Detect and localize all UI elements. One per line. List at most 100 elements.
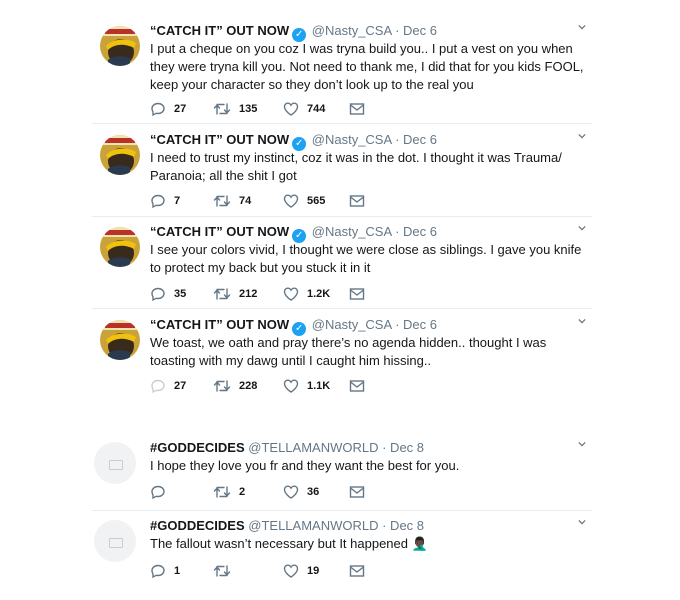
tweet-text: The fallout wasn’t necessary but It happ… [150,536,428,551]
envelope-icon [349,286,365,302]
tweet-date[interactable]: · Dec 6 [395,224,437,239]
avatar[interactable] [100,26,140,66]
like-count: 565 [307,195,326,207]
retweet-icon [213,286,231,302]
direct-message-button[interactable] [349,563,373,579]
retweet-button[interactable]: 212 [213,286,257,302]
retweet-count: 2 [239,486,246,498]
chevron-down-icon[interactable] [578,132,586,140]
reply-count: 35 [174,288,187,300]
retweet-icon [213,193,231,209]
author-handle[interactable]: @TELLAMANWORLD [248,440,378,455]
author-handle[interactable]: @TELLAMANWORLD [248,518,378,533]
image-placeholder-icon [109,538,123,548]
like-count: 19 [307,565,320,577]
heart-icon [283,286,299,302]
tweet[interactable]: #GODDECIDES @TELLAMANWORLD · Dec 8 I hop… [92,440,592,506]
tweet-date[interactable]: · Dec 6 [395,132,437,147]
chevron-down-icon[interactable] [578,23,586,31]
avatar[interactable] [100,227,140,267]
divider [92,308,592,309]
tweet[interactable]: “CATCH IT” OUT NOW ✓ @Nasty_CSA · Dec 6 W… [92,317,592,397]
tweet[interactable]: #GODDECIDES @TELLAMANWORLD · Dec 8 The f… [92,518,592,584]
author-name[interactable]: “CATCH IT” OUT NOW [150,224,289,239]
avatar[interactable] [100,320,140,360]
retweet-count: 228 [239,380,258,392]
divider [92,123,592,124]
author-name[interactable]: “CATCH IT” OUT NOW [150,317,289,332]
reply-icon [150,484,166,500]
retweet-count: 212 [239,288,258,300]
retweet-count: 74 [239,195,252,207]
avatar[interactable] [94,442,136,484]
reply-button[interactable]: 1 [150,563,180,579]
like-button[interactable]: 1.1K [283,378,330,394]
avatar[interactable] [94,520,136,562]
chevron-down-icon[interactable] [578,518,586,526]
like-button[interactable]: 36 [283,484,319,500]
retweet-button[interactable]: 135 [213,101,257,117]
retweet-button[interactable]: 228 [213,378,257,394]
heart-icon [283,563,299,579]
retweet-icon [213,563,231,579]
like-button[interactable]: 565 [283,193,325,209]
like-count: 744 [307,103,326,115]
like-button[interactable]: 1.2K [283,286,330,302]
retweet-icon [213,484,231,500]
tweet[interactable]: “CATCH IT” OUT NOW ✓ @Nasty_CSA · Dec 6 I… [92,224,592,304]
envelope-icon [349,563,365,579]
divider [92,510,592,511]
chevron-down-icon[interactable] [578,317,586,325]
author-name[interactable]: “CATCH IT” OUT NOW [150,23,289,38]
heart-icon [283,101,299,117]
direct-message-button[interactable] [349,484,373,500]
tweet[interactable]: “CATCH IT” OUT NOW ✓ @Nasty_CSA · Dec 6 I… [92,132,592,212]
reply-button[interactable]: 27 [150,101,186,117]
reply-button[interactable] [150,484,174,500]
direct-message-button[interactable] [349,101,373,117]
tweet-text: I put a cheque on you coz I was tryna bu… [150,41,584,92]
reply-count: 1 [174,565,181,577]
divider [92,216,592,217]
tweet-date[interactable]: · Dec 6 [395,317,437,332]
author-name[interactable]: #GODDECIDES [150,440,245,455]
author-handle[interactable]: @Nasty_CSA [312,317,392,332]
direct-message-button[interactable] [349,286,373,302]
retweet-button[interactable]: 2 [213,484,245,500]
direct-message-button[interactable] [349,193,373,209]
like-button[interactable]: 19 [283,563,319,579]
tweet-text: I hope they love you fr and they want th… [150,458,460,473]
like-button[interactable]: 744 [283,101,325,117]
reply-icon [150,101,166,117]
retweet-button[interactable] [213,563,239,579]
heart-icon [283,378,299,394]
avatar[interactable] [100,135,140,175]
reply-button[interactable]: 27 [150,378,186,394]
author-handle[interactable]: @Nasty_CSA [312,23,392,38]
reply-count: 27 [174,103,187,115]
tweet-date[interactable]: · Dec 6 [395,23,437,38]
reply-icon [150,563,166,579]
like-count: 1.1K [307,380,331,392]
author-handle[interactable]: @Nasty_CSA [312,132,392,147]
reply-icon [150,193,166,209]
tweet-text: I see your colors vivid, I thought we we… [150,242,582,275]
like-count: 1.2K [307,288,331,300]
image-placeholder-icon [109,460,123,470]
tweet-date[interactable]: · Dec 8 [382,518,424,533]
tweet[interactable]: “CATCH IT” OUT NOW ✓ @Nasty_CSA · Dec 6 I… [92,23,592,121]
envelope-icon [349,193,365,209]
author-name[interactable]: “CATCH IT” OUT NOW [150,132,289,147]
tweet-text: We toast, we oath and pray there’s no ag… [150,335,547,368]
chevron-down-icon[interactable] [578,224,586,232]
chevron-down-icon[interactable] [578,440,586,448]
heart-icon [283,484,299,500]
retweet-button[interactable]: 74 [213,193,251,209]
author-handle[interactable]: @Nasty_CSA [312,224,392,239]
envelope-icon [349,378,365,394]
direct-message-button[interactable] [349,378,373,394]
author-name[interactable]: #GODDECIDES [150,518,245,533]
reply-button[interactable]: 7 [150,193,180,209]
reply-button[interactable]: 35 [150,286,186,302]
tweet-date[interactable]: · Dec 8 [382,440,424,455]
